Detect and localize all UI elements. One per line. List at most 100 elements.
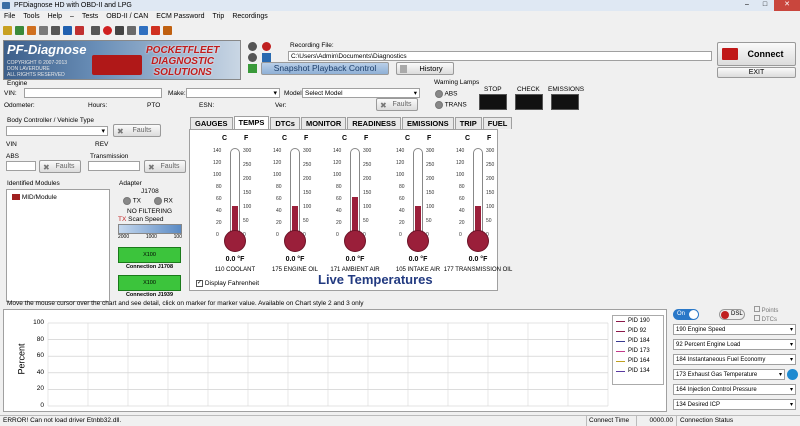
scan-icon[interactable] xyxy=(75,25,84,35)
menu-recordings[interactable]: Recordings xyxy=(232,11,267,23)
display-fahrenheit-option[interactable]: ✓ Display Fahrenheit xyxy=(196,280,259,287)
tab-fuel[interactable]: FUEL xyxy=(482,117,513,129)
trend-chart[interactable]: Percent 100 80 60 40 20 0 xyxy=(3,309,667,412)
trip-icon[interactable] xyxy=(151,25,160,35)
logo-copyright: COPYRIGHT © 2007-2013 DON LAVERDURE ALL … xyxy=(7,60,68,78)
points-option[interactable]: Points xyxy=(754,306,778,314)
pid-select-1[interactable]: 190 Engine Speed xyxy=(673,324,796,335)
esn-label: ESN: xyxy=(199,102,215,109)
truck-icon[interactable] xyxy=(163,25,172,35)
close-button[interactable]: ✕ xyxy=(774,0,800,11)
menu-obd[interactable]: OBD-II / CAN xyxy=(106,11,148,23)
thermometer-bulb xyxy=(467,230,489,252)
y-tick-label: 0 xyxy=(40,402,44,409)
pid-select-4[interactable]: 173 Exhaust Gas Temperature xyxy=(673,369,785,380)
rec-open-icon[interactable] xyxy=(262,53,271,62)
pause-icon[interactable] xyxy=(91,25,100,35)
celsius-tick: 0 xyxy=(276,232,279,238)
dtcs-option[interactable]: DTCs xyxy=(754,315,777,323)
menu-help[interactable]: Help xyxy=(48,11,62,23)
engine-faults-button[interactable]: ✖ Faults xyxy=(376,98,418,111)
pid-select-2[interactable]: 92 Percent Engine Load xyxy=(673,339,796,350)
pid-select-6[interactable]: 134 Desired ICP xyxy=(673,399,796,410)
maximize-button[interactable]: □ xyxy=(756,0,774,11)
history-button[interactable]: History xyxy=(396,62,454,75)
fahrenheit-tick: 250 xyxy=(243,162,252,168)
celsius-tick: 100 xyxy=(456,172,465,178)
body-faults-button[interactable]: ✖ Faults xyxy=(113,124,161,137)
menu-file[interactable]: File xyxy=(4,11,15,23)
refresh-icon[interactable] xyxy=(787,369,798,380)
camera-icon[interactable] xyxy=(127,25,136,35)
filter-status: NO FILTERING xyxy=(127,208,173,215)
tab-temps[interactable]: TEMPS xyxy=(233,116,270,129)
celsius-header: C xyxy=(465,135,471,142)
rec-pause-icon[interactable] xyxy=(248,53,257,62)
menu-trip[interactable]: Trip xyxy=(213,11,225,23)
on-toggle-label: On xyxy=(677,311,686,317)
modules-list[interactable]: MID/Module xyxy=(6,189,110,302)
legend-swatch xyxy=(616,350,625,352)
make-select[interactable]: ▾ xyxy=(186,88,280,98)
record-icon[interactable] xyxy=(103,25,112,35)
minimize-button[interactable]: – xyxy=(738,0,756,11)
faults-x-icon: ✖ xyxy=(43,163,50,172)
model-select[interactable]: Select Model ▾ xyxy=(302,88,420,98)
on-toggle[interactable]: On xyxy=(673,309,699,320)
transmission-select[interactable] xyxy=(88,161,140,171)
checkbox-check-icon[interactable]: ✓ xyxy=(196,280,203,287)
open-icon[interactable] xyxy=(3,25,12,35)
tab-gauges[interactable]: GAUGES xyxy=(190,117,233,129)
tab-dtcs[interactable]: DTCs xyxy=(270,117,300,129)
vin-field[interactable] xyxy=(24,88,162,98)
legend-item: PID 164 xyxy=(613,356,663,366)
tab-monitor[interactable]: MONITOR xyxy=(300,117,347,129)
legend-swatch xyxy=(616,320,625,322)
celsius-tick: 60 xyxy=(276,196,282,202)
pid-select-3[interactable]: 184 Instantaneous Fuel Economy xyxy=(673,354,796,365)
fahrenheit-tick: 200 xyxy=(363,176,372,182)
list-item[interactable]: MID/Module xyxy=(7,190,109,201)
menu-tools[interactable]: Tools xyxy=(23,11,39,23)
abs-faults-button[interactable]: ✖ Faults xyxy=(39,160,81,173)
celsius-tick: 20 xyxy=(336,220,342,226)
body-vin-label: VIN xyxy=(6,141,17,148)
connect-button[interactable]: Connect xyxy=(717,42,796,66)
ecm-icon[interactable] xyxy=(51,25,60,35)
snapshot-playback-button[interactable]: Snapshot Playback Control xyxy=(261,62,389,75)
transmission-faults-button[interactable]: ✖ Faults xyxy=(144,160,186,173)
tab-readiness[interactable]: READINESS xyxy=(347,117,401,129)
save-icon[interactable] xyxy=(15,25,24,35)
fahrenheit-header: F xyxy=(487,135,492,142)
print-icon[interactable] xyxy=(27,25,36,35)
dtcs-checkbox[interactable] xyxy=(754,315,760,321)
tab-trip[interactable]: TRIP xyxy=(454,117,482,129)
settings-icon[interactable] xyxy=(39,25,48,35)
fahrenheit-tick: 150 xyxy=(303,190,312,196)
points-checkbox[interactable] xyxy=(754,306,760,312)
make-label: Make: xyxy=(168,90,186,97)
recording-file-field[interactable]: C:\Users\Admin\Documents\Diagnostics xyxy=(288,51,712,61)
rec-stop-icon[interactable] xyxy=(248,42,257,51)
y-tick-label: 20 xyxy=(36,385,44,393)
report-icon[interactable] xyxy=(139,25,148,35)
menu-tests[interactable]: Tests xyxy=(82,11,98,23)
stop-icon[interactable] xyxy=(115,25,124,35)
link-icon[interactable] xyxy=(63,25,72,35)
scan-speed-slider[interactable] xyxy=(118,224,182,234)
playback-icon[interactable] xyxy=(248,64,257,73)
rx-label: RX xyxy=(163,197,173,205)
dsl-toggle[interactable]: DSL xyxy=(719,309,745,320)
legend-item: PID 173 xyxy=(613,346,663,356)
exit-button[interactable]: EXIT xyxy=(717,67,796,78)
pid-select-5[interactable]: 164 Injection Control Pressure xyxy=(673,384,796,395)
legend-item: PID 184 xyxy=(613,336,663,346)
tab-bar: GAUGES TEMPS DTCs MONITOR READINESS EMIS… xyxy=(190,116,513,129)
status-error: ERROR! Can not load driver Etnbb32.dll. xyxy=(3,417,122,424)
abs-select[interactable] xyxy=(6,161,36,171)
menu-ecm-password[interactable]: ECM Password xyxy=(156,11,204,23)
tab-emissions[interactable]: EMISSIONS xyxy=(402,117,454,129)
vehicle-type-select[interactable]: ▾ xyxy=(6,126,108,136)
tx-led-icon xyxy=(123,197,131,205)
rec-record-icon[interactable] xyxy=(262,42,271,51)
